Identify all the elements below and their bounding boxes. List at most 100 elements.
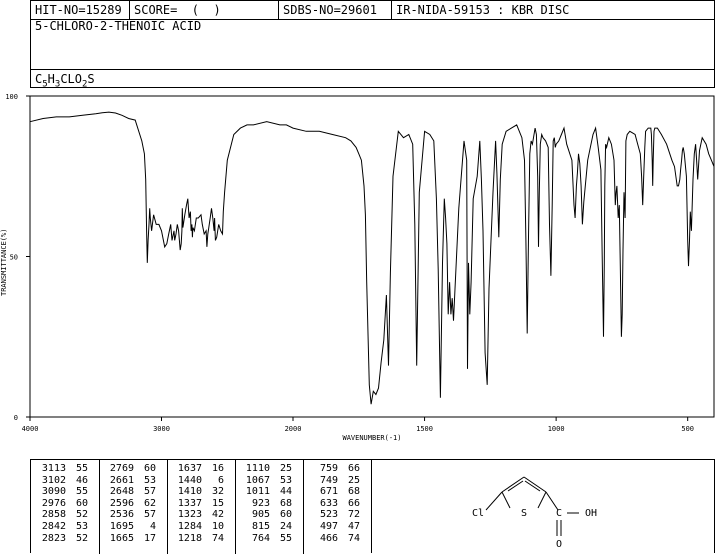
peak-row: 3102 46 [36, 475, 88, 487]
y-tick-label: 100 [5, 93, 18, 101]
structure-box: S Cl C OH O [372, 459, 715, 553]
peak-row: 2596 62 [104, 498, 156, 510]
peak-transmittance: 25 [347, 474, 360, 486]
oxygen-label: O [556, 539, 562, 550]
peak-transmittance: 4 [149, 520, 156, 532]
peak-transmittance: 53 [143, 474, 156, 486]
y-tick-label: 0 [14, 414, 18, 422]
peak-transmittance: 60 [143, 463, 156, 474]
peak-transmittance: 53 [75, 520, 88, 532]
molecule-structure: S Cl C OH O [472, 476, 597, 550]
peak-row: 1695 4 [104, 521, 156, 533]
peak-row: 1440 6 [172, 475, 224, 487]
peak-wavenumber: 2976 [41, 497, 66, 509]
peak-row: 905 60 [240, 509, 292, 521]
peak-wavenumber: 3090 [41, 486, 66, 498]
x-tick-label: 3000 [153, 425, 170, 433]
peak-transmittance: 62 [143, 497, 156, 509]
x-tick-label: 2000 [285, 425, 302, 433]
column-divider [167, 460, 168, 554]
peak-transmittance: 24 [279, 520, 292, 532]
peak-transmittance: 66 [347, 497, 360, 509]
peak-row: 1067 53 [240, 475, 292, 487]
peak-transmittance: 52 [75, 532, 88, 544]
peak-row: 1110 25 [240, 463, 292, 475]
y-axis: 100 50 0 [5, 93, 30, 422]
peak-wavenumber: 1067 [245, 474, 270, 486]
peak-row: 497 47 [308, 521, 360, 533]
x-axis: 4000 3000 2000 1500 1000 500 [22, 417, 694, 433]
peak-wavenumber: 1284 [177, 520, 202, 532]
peak-wavenumber: 1440 [177, 474, 202, 486]
ir-spectrum-chart: 100500 4000 3000 2000 1500 1000 500 TRANSMITT… [0, 93, 715, 442]
peak-transmittance: 57 [143, 486, 156, 498]
bond [501, 476, 525, 493]
sulfur-label: S [521, 508, 527, 519]
spectrum-line [29, 111, 715, 405]
peak-wavenumber: 671 [319, 486, 338, 498]
peak-wavenumber: 466 [319, 532, 338, 544]
peak-transmittance: 47 [347, 520, 360, 532]
peak-transmittance: 52 [75, 509, 88, 521]
peak-row: 1218 74 [172, 533, 224, 545]
peak-wavenumber: 2648 [109, 486, 134, 498]
peak-row: 1665 17 [104, 533, 156, 545]
peak-row: 2769 60 [104, 463, 156, 475]
peak-wavenumber: 923 [251, 497, 270, 509]
peak-transmittance: 60 [279, 509, 292, 521]
peak-wavenumber: 764 [251, 532, 270, 544]
carbon-label: C [556, 508, 562, 519]
peak-row: 1410 32 [172, 486, 224, 498]
peak-wavenumber: 815 [251, 520, 270, 532]
column-divider [99, 460, 100, 554]
peak-row: 2648 57 [104, 486, 156, 498]
peak-columns: 3113 55 3102 46 3090 55 2976 60 2858 52 2842 53 2823… [31, 460, 371, 554]
peak-row: 2536 57 [104, 509, 156, 521]
peak-row: 671 68 [308, 486, 360, 498]
peak-row: 749 25 [308, 475, 360, 487]
x-axis-label: WAVENUMBER(-1) [342, 434, 401, 442]
peak-wavenumber: 2596 [109, 497, 134, 509]
peak-wavenumber: 1410 [177, 486, 202, 498]
peak-row: 466 74 [308, 533, 360, 545]
peak-row: 2858 52 [36, 509, 88, 521]
bond [523, 476, 547, 493]
peak-transmittance: 66 [347, 463, 360, 474]
peak-transmittance: 32 [211, 486, 224, 498]
peak-column: 759 66 749 25 671 68 633 66 523 72 497 47 466 74 [308, 463, 360, 544]
peak-wavenumber: 1337 [177, 497, 202, 509]
peak-transmittance: 53 [279, 474, 292, 486]
peak-row: 1637 16 [172, 463, 224, 475]
peak-transmittance: 57 [143, 509, 156, 521]
peak-wavenumber: 1637 [177, 463, 202, 474]
peak-wavenumber: 1665 [109, 532, 134, 544]
peak-transmittance: 10 [211, 520, 224, 532]
peak-row: 2976 60 [36, 498, 88, 510]
peak-row: 3113 55 [36, 463, 88, 475]
peak-row: 2661 53 [104, 475, 156, 487]
x-tick-label: 500 [681, 425, 694, 433]
peak-row: 923 68 [240, 498, 292, 510]
peak-row: 633 66 [308, 498, 360, 510]
y-axis-label: TRANSMITTANCE(%) [0, 229, 8, 296]
bond [485, 491, 503, 511]
peak-row: 764 55 [240, 533, 292, 545]
peak-transmittance: 16 [211, 463, 224, 474]
peak-wavenumber: 749 [319, 474, 338, 486]
peak-wavenumber: 2842 [41, 520, 66, 532]
peak-transmittance: 74 [347, 532, 360, 544]
peak-column: 1110 25 1067 53 1011 44 923 68 905 60 815 24 764 55 [240, 463, 292, 544]
peak-wavenumber: 1695 [109, 520, 134, 532]
peak-row: 1323 42 [172, 509, 224, 521]
bond [537, 491, 547, 509]
column-divider [235, 460, 236, 554]
peak-wavenumber: 1110 [245, 463, 270, 474]
peak-wavenumber: 905 [251, 509, 270, 521]
peak-transmittance: 72 [347, 509, 360, 521]
peak-wavenumber: 497 [319, 520, 338, 532]
peak-column: 3113 55 3102 46 3090 55 2976 60 2858 52 2842 53 2823… [36, 463, 88, 544]
peak-wavenumber: 1323 [177, 509, 202, 521]
peak-wavenumber: 2823 [41, 532, 66, 544]
x-tick-label: 1500 [416, 425, 433, 433]
peak-transmittance: 55 [75, 463, 88, 474]
